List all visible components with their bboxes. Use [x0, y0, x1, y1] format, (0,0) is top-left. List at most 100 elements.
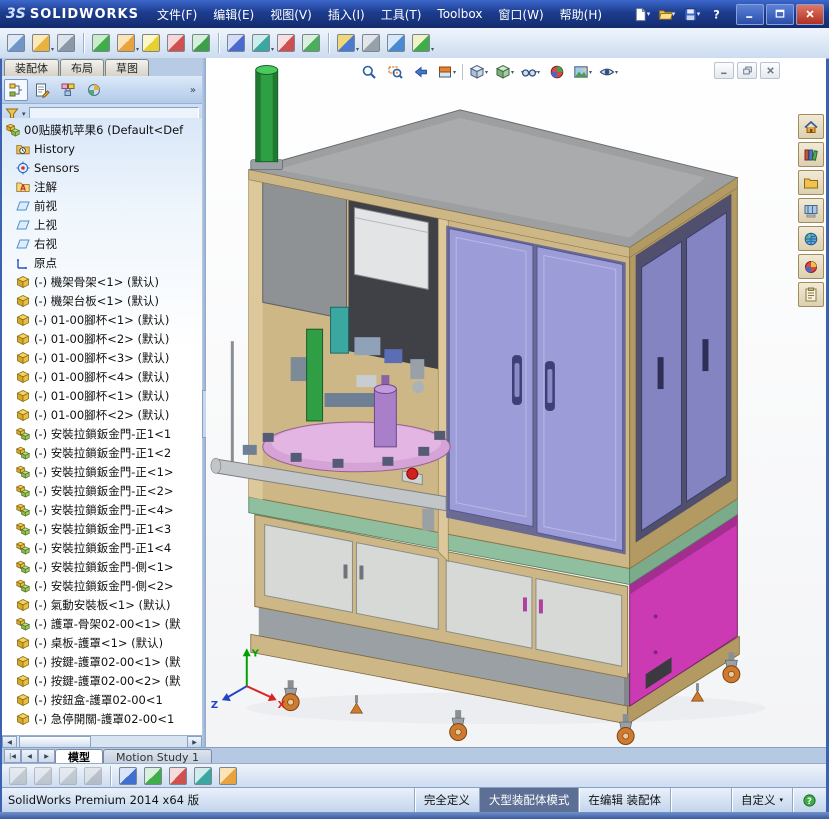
- graphics-viewport[interactable]: Y X Z ▾ ▾ ▾ ▾ ▾ ▾: [206, 58, 826, 748]
- tree-item[interactable]: (-) 護罩-骨架02-00<1> (默: [2, 614, 202, 633]
- hide-show-items-icon[interactable]: ▾: [518, 62, 543, 82]
- document-restore-button[interactable]: [737, 62, 757, 79]
- tree-item[interactable]: (-) 01-00腳杯<1> (默认): [2, 310, 202, 329]
- tree-item[interactable]: (-) 氣動安裝板<1> (默认): [2, 595, 202, 614]
- assembly-3d-model[interactable]: Y X Z: [206, 58, 826, 748]
- tree-item[interactable]: 上视: [2, 215, 202, 234]
- tree-item[interactable]: (-) 安裝拉鎖鈑金門-正1<2: [2, 443, 202, 462]
- smart-fasteners-icon[interactable]: ▾: [115, 32, 139, 54]
- tab-scroll-left-button[interactable]: ◀: [21, 749, 38, 763]
- new-motion-study-icon[interactable]: ▾: [410, 32, 434, 54]
- tree-item[interactable]: (-) 安裝拉鎖鈑金門-正1<3: [2, 519, 202, 538]
- linear-component-pattern-icon[interactable]: [90, 32, 112, 54]
- insert-components-icon[interactable]: [5, 32, 27, 54]
- menu-window[interactable]: 窗口(W): [490, 0, 551, 28]
- select-over-geometry-icon[interactable]: [217, 765, 239, 787]
- tree-item[interactable]: (-) 01-00腳杯<3> (默认): [2, 348, 202, 367]
- zoom-to-area-icon[interactable]: [382, 62, 407, 82]
- tree-item[interactable]: A 注解: [2, 177, 202, 196]
- appearances-scenes-icon[interactable]: [798, 254, 824, 279]
- view-palette-icon[interactable]: [798, 198, 824, 223]
- help-icon[interactable]: ?: [705, 4, 728, 24]
- tree-item[interactable]: (-) 01-00腳杯<2> (默认): [2, 405, 202, 424]
- save-document-icon[interactable]: ▾: [680, 4, 703, 24]
- maximize-button[interactable]: [766, 3, 794, 25]
- explode-line-sketch-icon[interactable]: [360, 32, 382, 54]
- tree-item[interactable]: (-) 安裝拉鎖鈑金門-正<1>: [2, 462, 202, 481]
- filter-vertices-icon[interactable]: [7, 765, 29, 787]
- status-spare[interactable]: [669, 788, 731, 812]
- solidworks-resources-icon[interactable]: [798, 114, 824, 139]
- tree-item[interactable]: (-) 急停開關-護罩02-00<1: [2, 709, 202, 728]
- front-doors[interactable]: [446, 225, 626, 555]
- tree-item[interactable]: (-) 安裝拉鎖鈑金門-正<4>: [2, 500, 202, 519]
- tab-layout[interactable]: 布局: [60, 59, 104, 76]
- open-document-icon[interactable]: ▾: [655, 4, 678, 24]
- document-minimize-button[interactable]: [714, 62, 734, 79]
- filter-edges-icon[interactable]: [32, 765, 54, 787]
- tree-item[interactable]: (-) 機架台板<1> (默认): [2, 291, 202, 310]
- toggle-selection-filter-icon[interactable]: [82, 765, 104, 787]
- tree-item[interactable]: (-) 01-00腳杯<4> (默认): [2, 367, 202, 386]
- minimize-button[interactable]: [736, 3, 764, 25]
- tree-item[interactable]: 右视: [2, 234, 202, 253]
- status-help-icon[interactable]: ?: [792, 788, 826, 812]
- tab-motion-study-1[interactable]: Motion Study 1: [103, 749, 213, 764]
- tree-item[interactable]: History: [2, 139, 202, 158]
- panel-overflow-chevron[interactable]: »: [190, 85, 200, 96]
- menu-help[interactable]: 帮助(H): [552, 0, 610, 28]
- tree-item[interactable]: (-) 按鍵-護罩02-00<2> (默: [2, 671, 202, 690]
- box-selection-icon[interactable]: [167, 765, 189, 787]
- configurationmanager-tab[interactable]: [56, 79, 80, 101]
- edit-appearance-icon[interactable]: [544, 62, 569, 82]
- filter-faces-icon[interactable]: [57, 765, 79, 787]
- menu-tools[interactable]: 工具(T): [373, 0, 430, 28]
- tree-item[interactable]: (-) 按鈕盒-護罩02-00<1: [2, 690, 202, 709]
- tab-scroll-first-button[interactable]: |◀: [4, 749, 21, 763]
- featuremanager-tab[interactable]: [4, 79, 28, 101]
- close-button[interactable]: [796, 3, 824, 25]
- tree-item[interactable]: (-) 桌板-護罩<1> (默认): [2, 633, 202, 652]
- tree-item[interactable]: (-) 01-00腳杯<1> (默认): [2, 386, 202, 405]
- edit-component-icon[interactable]: [385, 32, 407, 54]
- magnified-selection-icon[interactable]: [142, 765, 164, 787]
- document-close-button[interactable]: [760, 62, 780, 79]
- status-unit-system[interactable]: 自定义 ▾: [730, 788, 792, 812]
- section-view-icon[interactable]: ▾: [434, 62, 459, 82]
- menu-view[interactable]: 视图(V): [262, 0, 320, 28]
- custom-properties-icon[interactable]: [798, 282, 824, 307]
- solidworks-forum-icon[interactable]: [798, 226, 824, 251]
- tree-item[interactable]: (-) 安裝拉鎖鈑金門-正<2>: [2, 481, 202, 500]
- attachments-icon[interactable]: [55, 32, 77, 54]
- new-document-icon[interactable]: ▾: [630, 4, 653, 24]
- view-orientation-icon[interactable]: ▾: [466, 62, 491, 82]
- tree-item[interactable]: 前视: [2, 196, 202, 215]
- menu-toolbox[interactable]: Toolbox: [429, 0, 490, 28]
- menu-edit[interactable]: 编辑(E): [205, 0, 262, 28]
- status-editing-state[interactable]: 在编辑 装配体: [578, 788, 670, 812]
- apply-scene-icon[interactable]: ▾: [570, 62, 595, 82]
- reference-geometry-icon[interactable]: ▾: [250, 32, 274, 54]
- tree-item[interactable]: 原点: [2, 253, 202, 272]
- tab-model[interactable]: 模型: [55, 749, 103, 764]
- mate-icon[interactable]: [165, 32, 187, 54]
- menu-file[interactable]: 文件(F): [149, 0, 205, 28]
- tab-sketch[interactable]: 草图: [105, 59, 149, 76]
- status-definition[interactable]: 完全定义: [413, 788, 479, 812]
- file-explorer-icon[interactable]: [798, 170, 824, 195]
- lasso-selection-icon[interactable]: [192, 765, 214, 787]
- display-style-icon[interactable]: ▾: [492, 62, 517, 82]
- tree-item[interactable]: (-) 安裝拉鎖鈑金門-正1<4: [2, 538, 202, 557]
- tree-item[interactable]: (-) 機架骨架<1> (默认): [2, 272, 202, 291]
- zoom-to-fit-icon[interactable]: [356, 62, 381, 82]
- tree-root-item[interactable]: 00贴膜机苹果6 (Default<Def: [2, 120, 202, 139]
- design-library-icon[interactable]: [798, 142, 824, 167]
- quick-snaps-icon[interactable]: [117, 765, 139, 787]
- open-recent-icon[interactable]: ▾: [30, 32, 54, 54]
- exploded-view-icon[interactable]: ▾: [335, 32, 359, 54]
- tree-item[interactable]: (-) 安裝拉鎖鈑金門-側<1>: [2, 557, 202, 576]
- tree-item[interactable]: Sensors: [2, 158, 202, 177]
- tree-item[interactable]: (-) 安裝拉鎖鈑金門-正1<1: [2, 424, 202, 443]
- green-column[interactable]: [250, 64, 284, 171]
- tree-item[interactable]: (-) 按鍵-護罩02-00<1> (默: [2, 652, 202, 671]
